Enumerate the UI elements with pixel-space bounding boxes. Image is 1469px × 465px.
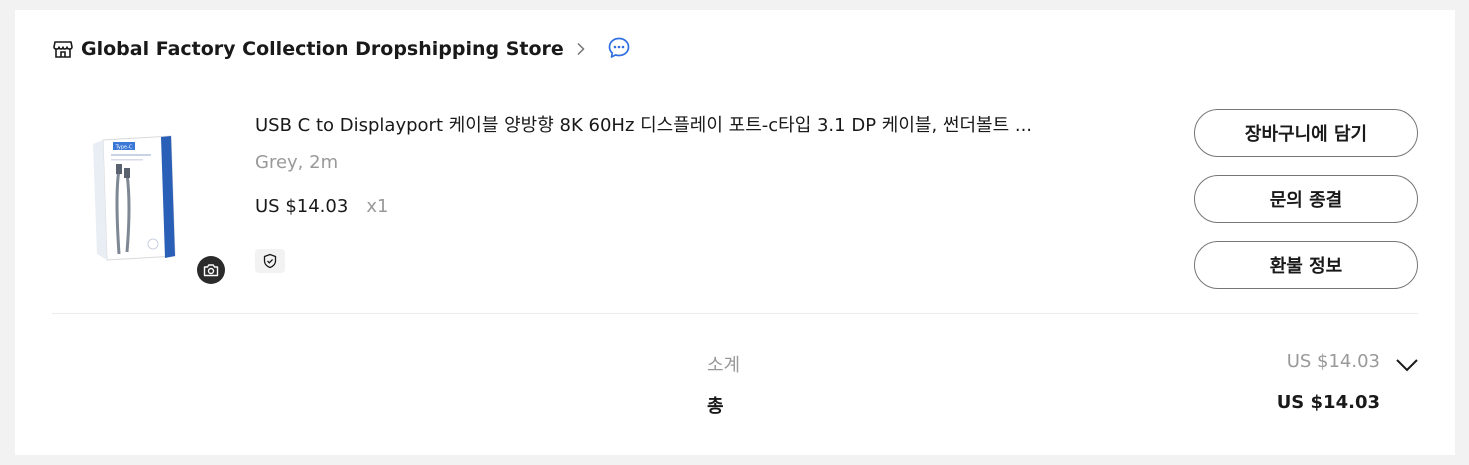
product-thumbnail[interactable]: Type-C [75,134,185,262]
product-quantity: x1 [366,196,389,217]
shield-check-icon[interactable] [255,249,285,273]
product-title-link[interactable]: USB C to Displayport 케이블 양방향 8K 60Hz 디스플… [255,111,1155,137]
total-label: 총 [707,396,724,417]
subtotal-label: 소계 [707,355,741,376]
thumbnail-label: Type-C [115,145,133,151]
product-variant: Grey, 2m [255,152,339,173]
refund-info-button[interactable]: 환불 정보 [1194,241,1418,289]
camera-icon[interactable] [197,256,225,284]
store-icon [53,39,73,59]
store-name-link[interactable]: Global Factory Collection Dropshipping S… [81,38,564,60]
total-value: US $14.03 [1276,392,1380,413]
store-header: Global Factory Collection Dropshipping S… [53,35,588,63]
chat-bubble-icon[interactable] [607,36,631,60]
chevron-right-icon[interactable] [574,42,588,56]
add-to-cart-button[interactable]: 장바구니에 담기 [1194,109,1418,157]
order-card: Global Factory Collection Dropshipping S… [15,10,1455,455]
chevron-down-icon[interactable] [1395,356,1419,374]
subtotal-value: US $14.03 [1286,351,1380,372]
divider [52,313,1418,314]
close-inquiry-button[interactable]: 문의 종결 [1194,175,1418,223]
product-price: US $14.03 [255,196,349,217]
price-row: US $14.03 x1 [255,196,388,217]
